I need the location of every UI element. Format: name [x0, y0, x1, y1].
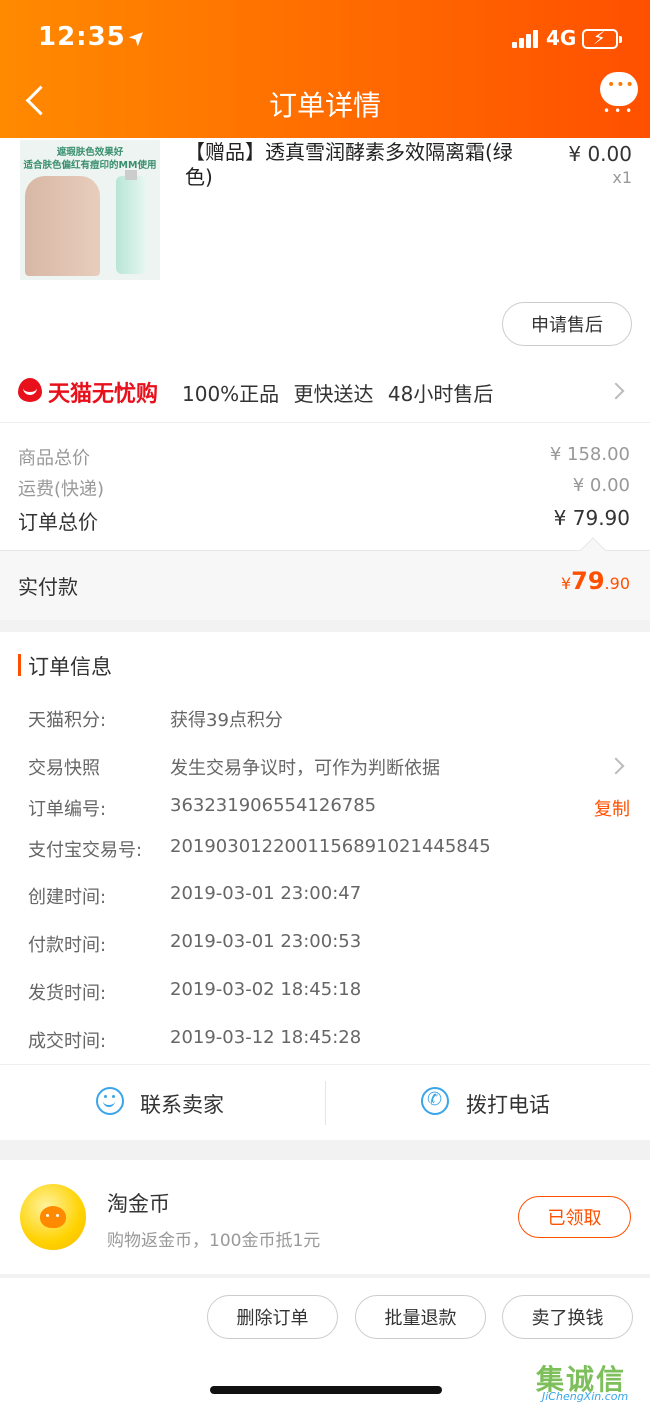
product-image-bottle — [116, 170, 146, 274]
phone-icon[interactable] — [421, 1087, 449, 1115]
message-icon[interactable] — [600, 72, 638, 106]
more-dots-icon[interactable]: ••• — [603, 104, 636, 118]
order-number: 363231906554126785 — [170, 795, 377, 816]
product-image-hand — [25, 176, 100, 276]
info-value: 2019-03-01 23:00:53 — [170, 931, 362, 952]
section-accent-bar — [18, 654, 21, 676]
snapshot-label[interactable]: 交易快照 — [28, 754, 100, 780]
product-quantity: x1 — [612, 168, 632, 187]
copy-button[interactable]: 复制 — [594, 795, 630, 821]
goods-total-label: 商品总价 — [18, 448, 90, 469]
paid-integer: 79 — [571, 567, 605, 595]
shipping-value: ¥ 0.00 — [572, 475, 630, 496]
info-value: 2019030122001156891021445845 — [170, 836, 491, 857]
product-name[interactable]: 【赠品】透真雪润酵素多效隔离霜(绿色) — [185, 140, 525, 190]
watermark-logo: 集诚信 JiChengXin.com — [536, 1358, 646, 1404]
info-label: 成交时间: — [28, 1031, 107, 1052]
tmall-brand: 天猫无忧购 — [48, 382, 159, 407]
network-label: 4G — [546, 26, 577, 50]
status-time: 12:35➤ — [38, 21, 153, 52]
divider — [325, 1081, 326, 1125]
info-label: 付款时间: — [28, 935, 107, 956]
order-total-value: ¥ 79.90 — [553, 506, 630, 530]
order-total-label: 订单总价 — [18, 510, 98, 534]
info-label: 发货时间: — [28, 983, 107, 1004]
product-price: ¥ 0.00 — [568, 142, 632, 166]
info-value: 2019-03-01 23:00:47 — [170, 883, 362, 904]
resell-button[interactable]: 卖了换钱 — [502, 1295, 633, 1339]
paid-label: 实付款 — [18, 575, 78, 599]
info-value: 2019-03-02 18:45:18 — [170, 979, 362, 1000]
watermark-domain: JiChengXin.com — [542, 1390, 629, 1403]
location-arrow-icon: ➤ — [122, 21, 153, 52]
call-phone-button[interactable]: 拨打电话 — [466, 1089, 550, 1119]
paid-amount: ¥79.90 — [561, 567, 630, 595]
paid-decimal: .90 — [604, 574, 630, 593]
product-thumbnail[interactable]: 遮瑕肤色效果好 适合肤色偏红有痘印的MM使用 — [20, 140, 160, 280]
snapshot-value[interactable]: 发生交易争议时，可作为判断依据 — [170, 754, 440, 780]
header-bar: 12:35➤ 4G ⚡ 订单详情 ••• — [0, 0, 650, 138]
tmall-cat-icon — [18, 378, 42, 402]
tmall-features: 100%正品 更快送达 48小时售后 — [182, 382, 494, 406]
batch-refund-button[interactable]: 批量退款 — [355, 1295, 486, 1339]
delete-order-button[interactable]: 删除订单 — [207, 1295, 338, 1339]
divider — [0, 422, 650, 423]
paid-currency: ¥ — [560, 574, 572, 593]
coins-title: 淘金币 — [107, 1192, 170, 1216]
goods-total-value: ¥ 158.00 — [549, 444, 630, 465]
info-label: 天猫积分: — [28, 710, 107, 731]
info-label: 创建时间: — [28, 887, 107, 908]
thumbnail-caption: 遮瑕肤色效果好 — [56, 147, 124, 158]
shipping-label: 运费(快递) — [18, 479, 105, 500]
chat-smile-icon[interactable] — [96, 1087, 124, 1115]
contact-seller-button[interactable]: 联系卖家 — [140, 1089, 224, 1119]
thumbnail-caption: 适合肤色偏红有痘印的MM使用 — [23, 160, 157, 171]
page-title: 订单详情 — [268, 89, 381, 122]
battery-icon: ⚡ — [582, 28, 622, 49]
info-label: 支付宝交易号: — [28, 840, 143, 861]
home-indicator[interactable] — [210, 1386, 442, 1394]
info-value: 获得39点积分 — [170, 710, 283, 731]
contact-bar: 联系卖家 拨打电话 — [0, 1064, 650, 1140]
order-info-title: 订单信息 — [28, 655, 112, 679]
signal-icon — [512, 30, 540, 48]
gold-coin-icon — [20, 1184, 86, 1250]
info-label: 订单编号: — [28, 799, 107, 820]
coins-claimed-button[interactable]: 已领取 — [518, 1196, 631, 1238]
after-sale-button[interactable]: 申请售后 — [502, 302, 632, 346]
coins-subtitle: 购物返金币，100金币抵1元 — [107, 1231, 321, 1251]
info-value: 2019-03-12 18:45:28 — [170, 1027, 362, 1048]
paid-row: 实付款 ¥79.90 — [0, 537, 650, 620]
